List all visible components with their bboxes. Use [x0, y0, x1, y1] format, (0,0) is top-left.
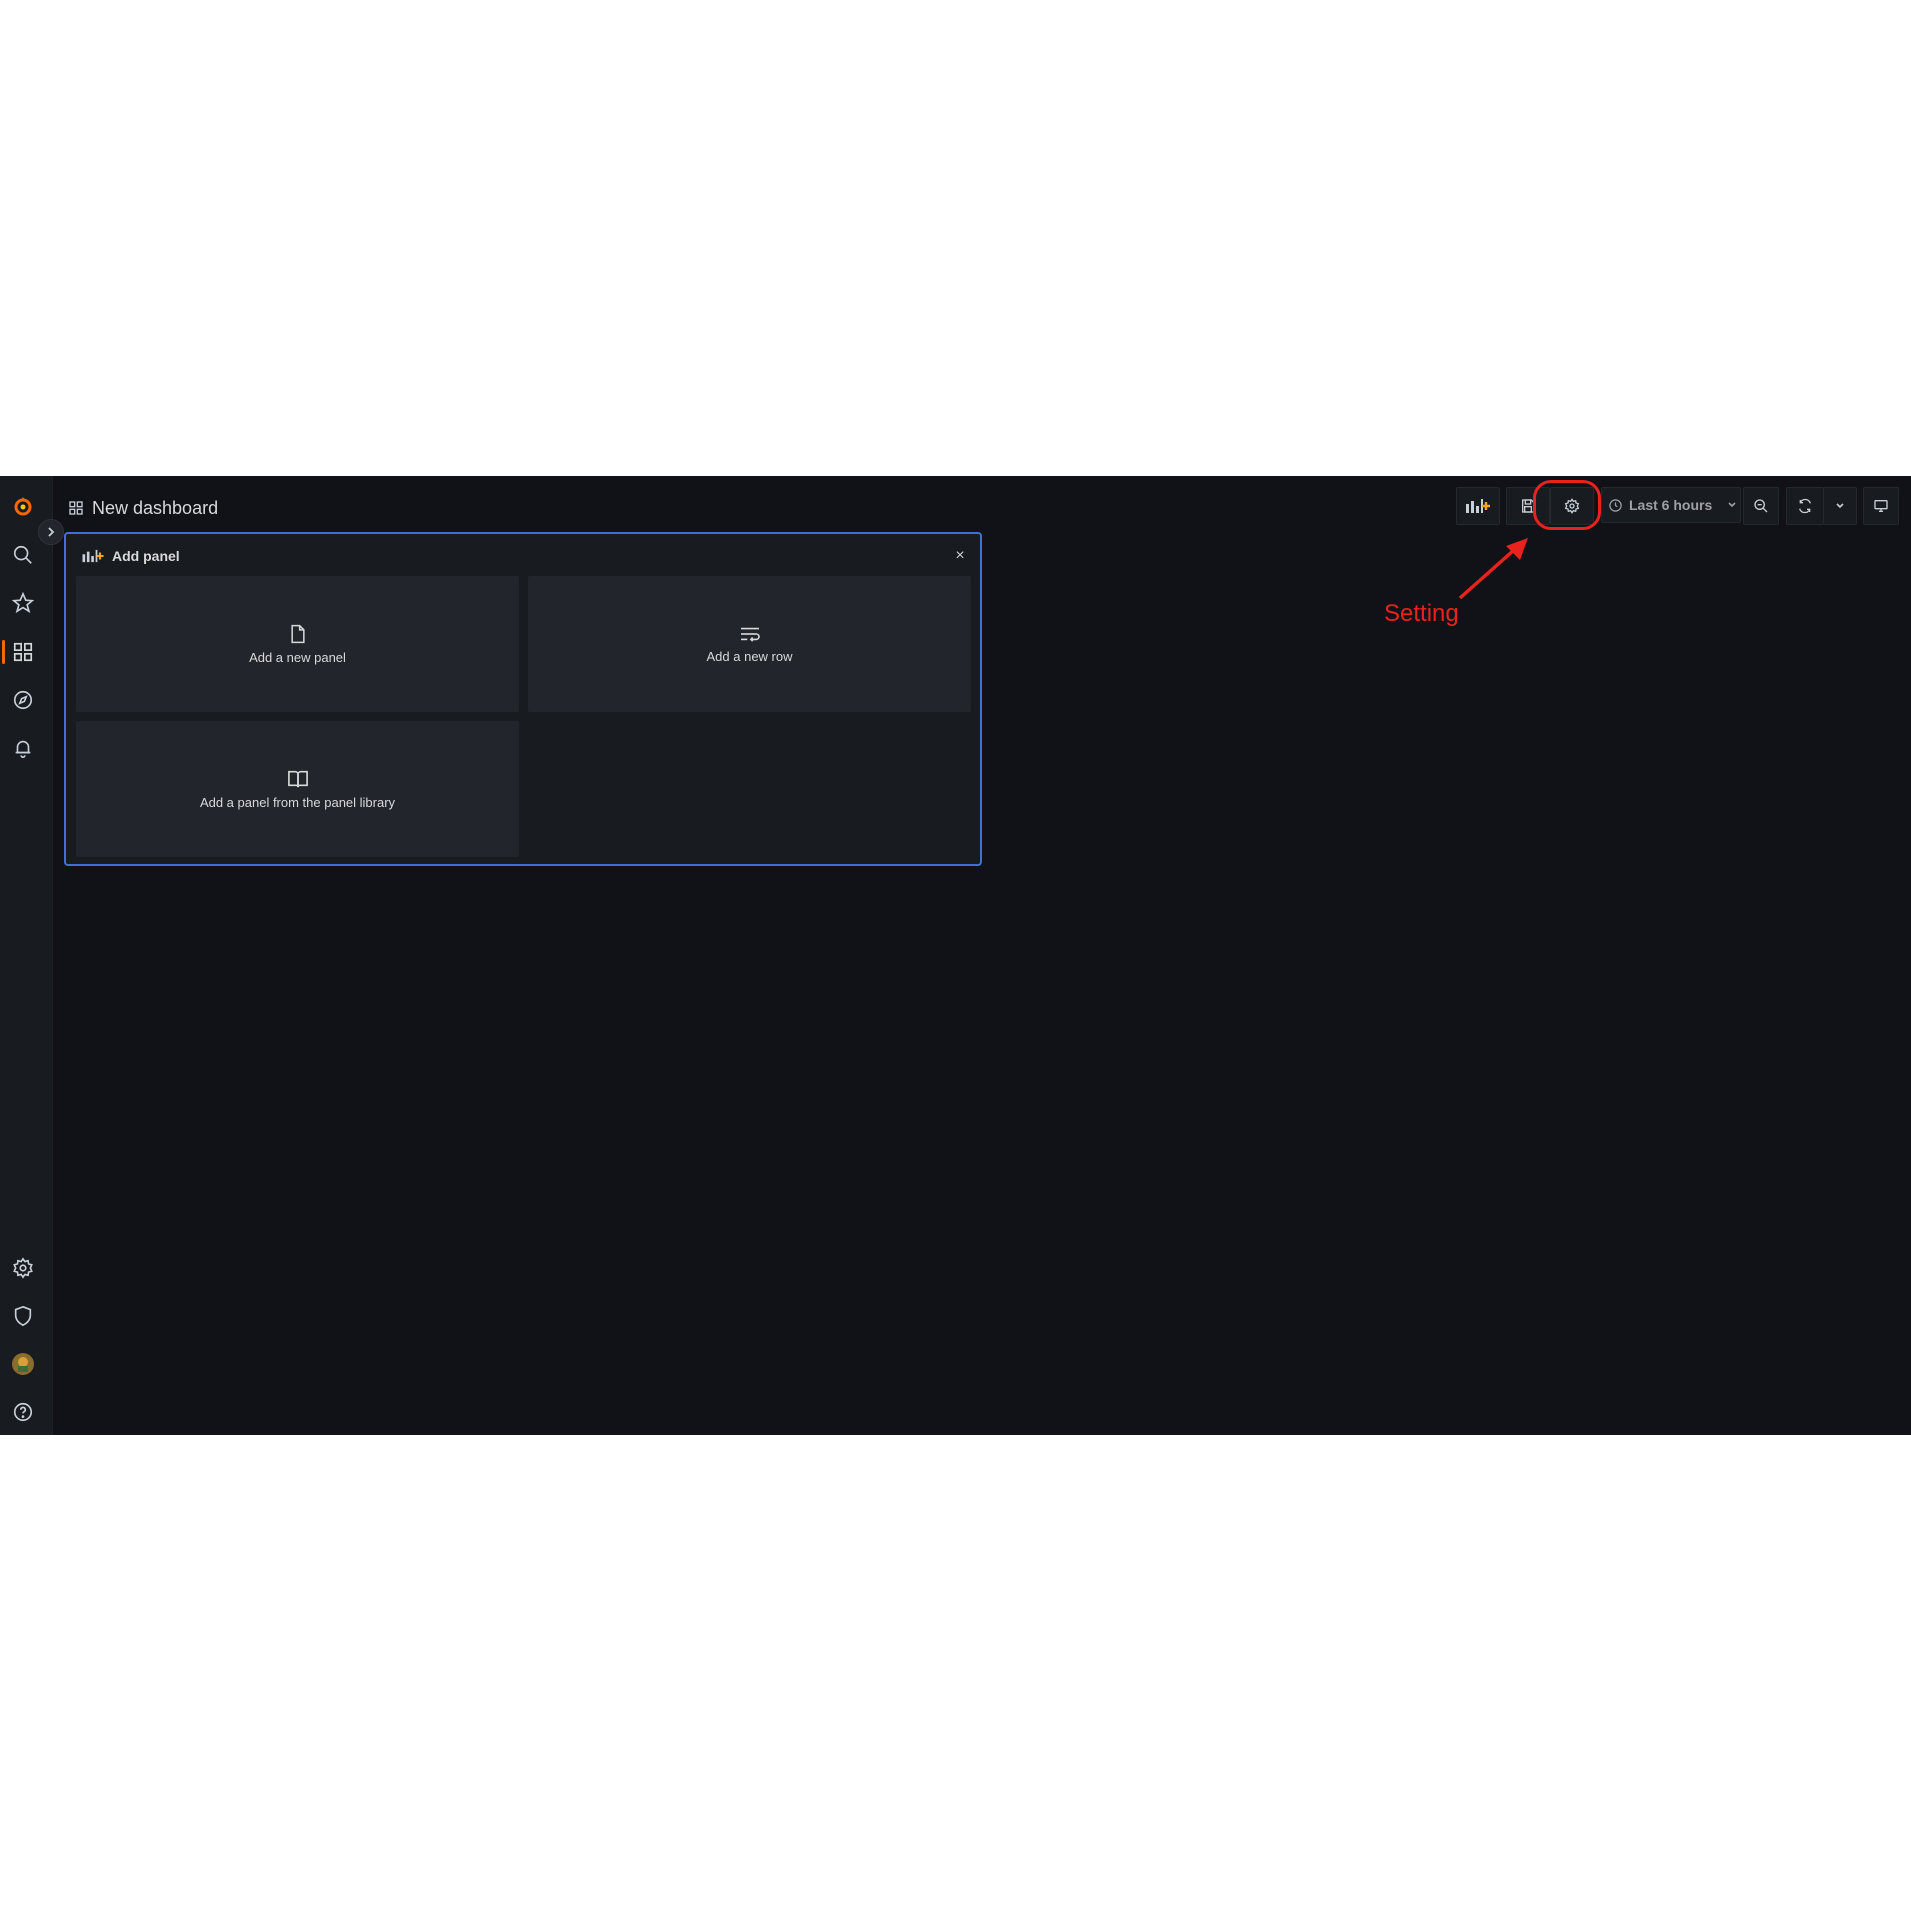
grafana-app: New dashboard Last 6 hours Add panel × A… — [0, 476, 1911, 1435]
grafana-logo-icon[interactable] — [8, 491, 38, 521]
tv-mode-button[interactable] — [1863, 487, 1899, 525]
add-new-row-button[interactable]: Add a new row — [528, 576, 971, 712]
annotation-label: Setting — [1384, 600, 1459, 627]
explore-compass-icon[interactable] — [8, 685, 38, 715]
dashboard-title[interactable]: New dashboard — [92, 498, 218, 519]
add-library-panel-button[interactable]: Add a panel from the panel library — [76, 721, 519, 857]
page-title: New dashboard — [68, 493, 218, 523]
refresh-icon — [1799, 498, 1811, 514]
sidebar — [0, 476, 53, 1435]
add-panel-icon — [1466, 499, 1490, 513]
chevron-down-icon — [1728, 502, 1736, 508]
search-icon[interactable] — [8, 540, 38, 570]
add-panel-title: Add panel — [112, 548, 180, 564]
tv-mode-icon — [1874, 500, 1888, 512]
add-panel-icon — [82, 549, 104, 563]
dashboards-icon[interactable] — [8, 637, 38, 667]
expand-sidebar-button[interactable] — [38, 519, 64, 545]
refresh-interval-button[interactable] — [1823, 487, 1857, 525]
rows-icon — [739, 625, 761, 643]
annotation-highlight-circle — [1533, 480, 1601, 530]
zoom-out-button[interactable] — [1743, 487, 1779, 525]
alerting-bell-icon[interactable] — [8, 733, 38, 763]
refresh-button[interactable] — [1786, 487, 1824, 525]
add-new-panel-label: Add a new panel — [249, 649, 346, 665]
clock-icon — [1609, 498, 1622, 512]
chevron-down-icon — [1836, 503, 1844, 509]
close-icon[interactable]: × — [948, 544, 972, 568]
zoom-out-icon — [1754, 499, 1768, 513]
add-new-panel-button[interactable]: Add a new panel — [76, 576, 519, 712]
dashboard-grid-icon — [69, 501, 83, 515]
add-panel-header: Add panel — [80, 544, 180, 568]
add-library-panel-label: Add a panel from the panel library — [199, 794, 396, 810]
add-new-row-label: Add a new row — [706, 648, 793, 664]
avatar[interactable] — [8, 1349, 38, 1379]
file-icon — [289, 624, 307, 644]
time-range-picker[interactable]: Last 6 hours — [1601, 487, 1741, 523]
star-icon[interactable] — [8, 588, 38, 618]
help-icon[interactable] — [8, 1397, 38, 1427]
add-panel-widget: Add panel × Add a new panel Add a new ro… — [64, 532, 982, 866]
chevron-right-icon — [48, 527, 55, 537]
shield-icon[interactable] — [8, 1301, 38, 1331]
annotation-arrow-icon — [1458, 538, 1528, 600]
book-icon — [287, 769, 309, 789]
time-range-label: Last 6 hours — [1629, 497, 1713, 513]
active-indicator — [2, 640, 5, 664]
gear-icon[interactable] — [8, 1253, 38, 1283]
